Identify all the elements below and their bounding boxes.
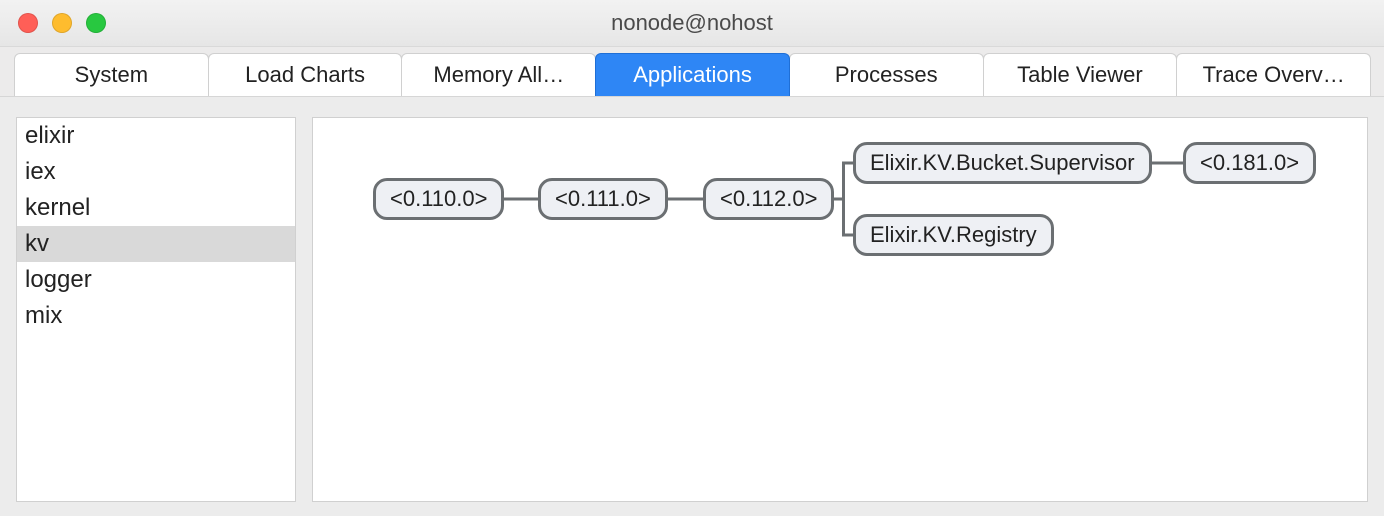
process-node-label: Elixir.KV.Bucket.Supervisor [870,150,1135,175]
sidebar-item-iex[interactable]: iex [17,154,295,190]
minimize-icon[interactable] [52,13,72,33]
process-node[interactable]: <0.110.0> [373,178,504,220]
close-icon[interactable] [18,13,38,33]
tab-load-charts[interactable]: Load Charts [208,53,403,96]
content-area: elixiriexkernelkvloggermix <0.110.0><0.1… [0,97,1384,516]
window-controls [18,13,106,33]
tab-table-viewer[interactable]: Table Viewer [983,53,1178,96]
tab-system[interactable]: System [14,53,209,96]
process-node-label: <0.112.0> [720,186,817,211]
tab-label: Processes [835,62,938,88]
tree-edge [834,163,853,199]
process-node[interactable]: <0.112.0> [703,178,834,220]
sidebar-item-label: kv [25,230,49,257]
application-list: elixir iex kernel kv logger mix [16,117,296,502]
sidebar-item-kv[interactable]: kv [17,226,295,262]
tab-processes[interactable]: Processes [789,53,984,96]
zoom-icon[interactable] [86,13,106,33]
sidebar-item-label: elixir [25,122,74,149]
tree-edge [834,199,853,235]
tabbar: System Load Charts Memory All… Applications… [0,47,1384,97]
tab-label: Applications [633,62,752,88]
process-node[interactable]: Elixir.KV.Registry [853,214,1054,256]
tab-label: Memory All… [433,62,564,88]
tab-label: Table Viewer [1017,62,1143,88]
sidebar-item-label: logger [25,266,92,293]
process-node-label: <0.110.0> [390,186,487,211]
tab-trace-overv[interactable]: Trace Overv… [1176,53,1371,96]
sidebar-item-label: mix [25,302,62,329]
tab-label: System [75,62,148,88]
process-node-label: Elixir.KV.Registry [870,222,1037,247]
sidebar-item-kernel[interactable]: kernel [17,190,295,226]
process-tree-canvas[interactable]: <0.110.0> <0.111.0> <0.112.0> Elixir.KV.Buc… [312,117,1368,502]
sidebar-item-label: iex [25,158,56,185]
tab-label: Load Charts [245,62,365,88]
sidebar-item-mix[interactable]: mix [17,298,295,334]
process-node-label: <0.111.0> [555,186,651,211]
tab-memory-all[interactable]: Memory All… [401,53,596,96]
process-node[interactable]: <0.111.0> [538,178,668,220]
sidebar-item-logger[interactable]: logger [17,262,295,298]
sidebar-item-elixir[interactable]: elixir [17,118,295,154]
process-node[interactable]: <0.181.0> [1183,142,1316,184]
titlebar: nonode@nohost [0,0,1384,47]
process-node[interactable]: Elixir.KV.Bucket.Supervisor [853,142,1152,184]
sidebar-item-label: kernel [25,194,90,221]
window-title: nonode@nohost [0,10,1384,36]
tab-applications[interactable]: Applications [595,53,790,96]
process-node-label: <0.181.0> [1200,150,1299,175]
tab-label: Trace Overv… [1203,62,1345,88]
